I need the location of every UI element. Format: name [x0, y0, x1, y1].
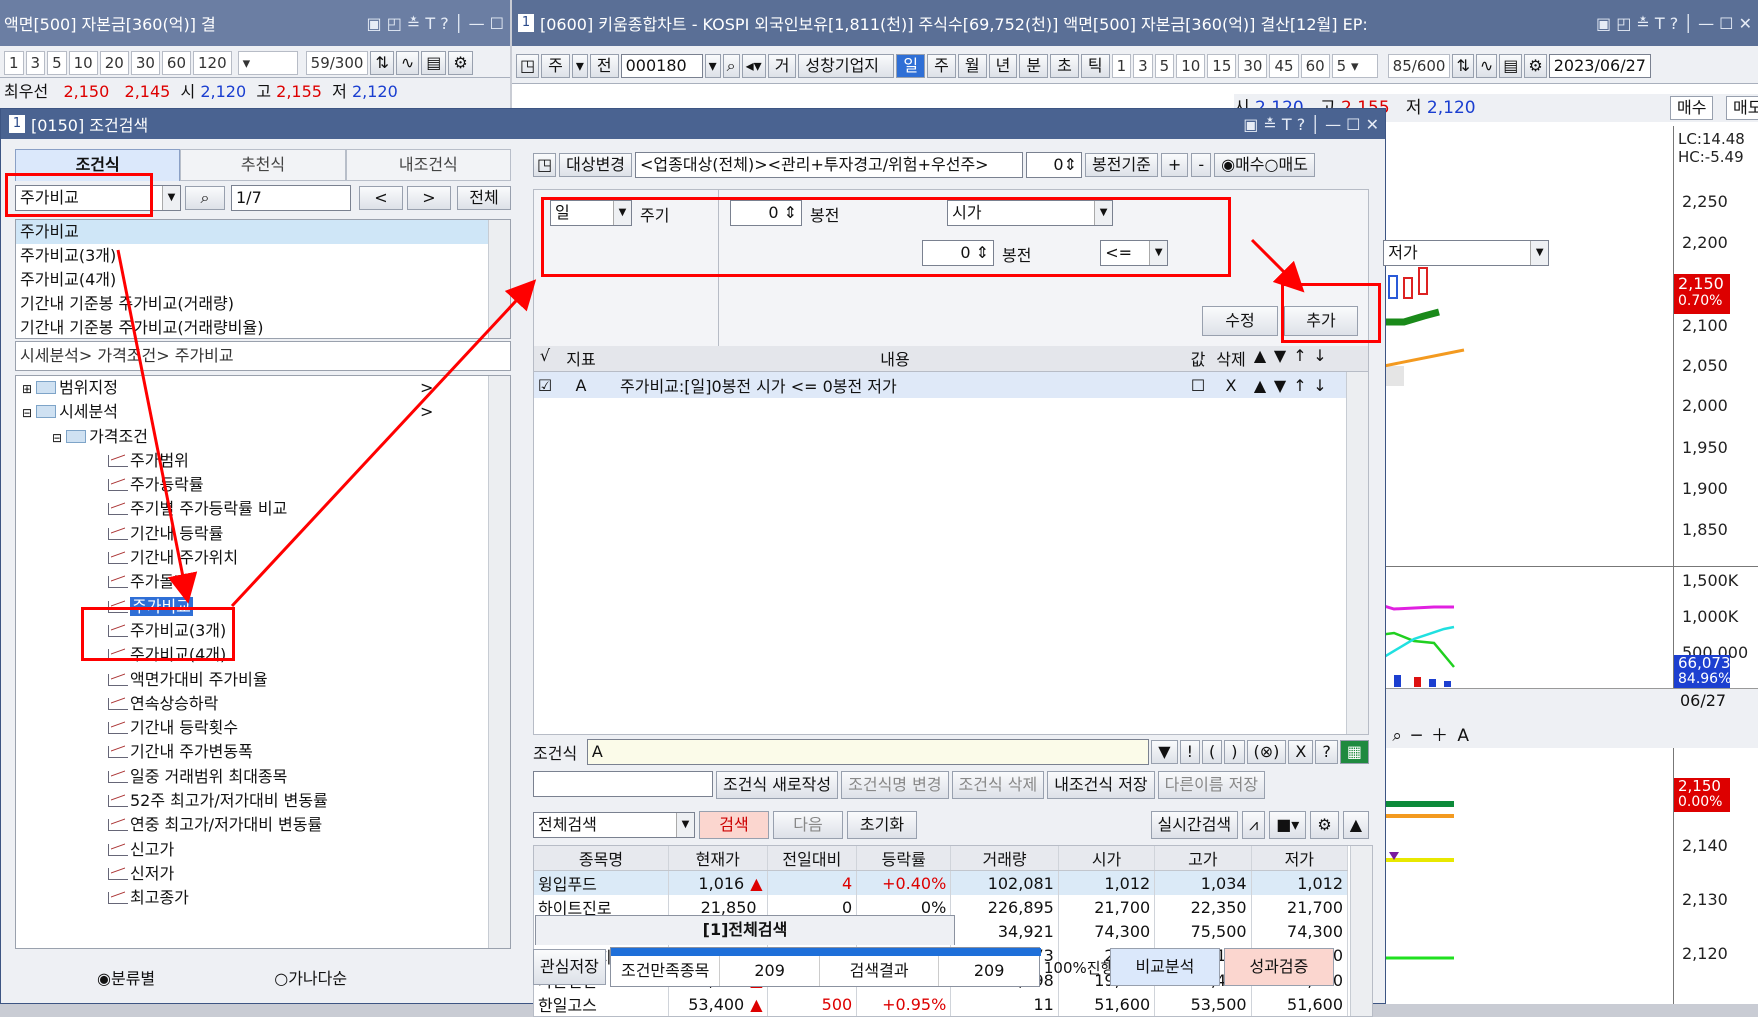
annotation-arrows: [116, 238, 1305, 608]
